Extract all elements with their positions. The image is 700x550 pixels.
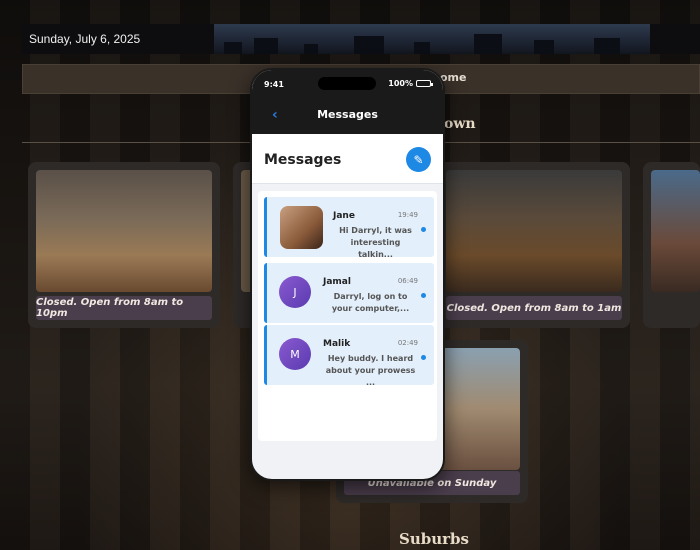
phone-nav-title: Messages <box>317 108 378 121</box>
message-time: 19:49 <box>397 211 418 219</box>
shop-image <box>651 170 700 292</box>
avatar <box>280 206 323 249</box>
venue-status: Closed. Open from 8am to 10pm <box>36 296 212 320</box>
avatar: M <box>279 338 311 370</box>
messages-title: Messages <box>264 152 342 168</box>
avatar: J <box>279 276 311 308</box>
status-time: 9:41 <box>264 80 284 89</box>
message-time: 06:49 <box>397 277 418 285</box>
nav-home-link[interactable]: ome <box>440 71 466 84</box>
message-preview: Hey buddy. I heard about your prowess ..… <box>325 354 416 387</box>
message-sender: Malik <box>323 339 351 349</box>
message-item-jamal[interactable]: J Jamal 06:49 Darryl, log on to your com… <box>264 263 434 323</box>
pencil-icon: ✎ <box>413 152 424 167</box>
venue-card-gym[interactable]: Closed. Open from 8am to 10pm <box>28 162 220 328</box>
compose-button[interactable]: ✎ <box>406 147 431 172</box>
battery-label: 100% <box>388 79 413 88</box>
message-sender: Jane <box>333 211 355 221</box>
battery-icon <box>416 80 433 87</box>
message-item-jane[interactable]: Jane 19:49 Hi Darryl, it was interesting… <box>264 197 434 259</box>
gym-image <box>36 170 212 292</box>
section-title-downtown: own <box>444 116 476 132</box>
message-sender: Jamal <box>323 277 351 287</box>
unread-dot-icon <box>421 355 426 360</box>
phone-notch <box>318 77 376 90</box>
unread-dot-icon <box>421 293 426 298</box>
section-title-suburbs: Suburbs <box>399 530 469 548</box>
bar-image <box>446 170 622 292</box>
venue-card-bar[interactable]: Closed. Open from 8am to 1am <box>438 162 630 328</box>
message-preview: Hi Darryl, it was interesting talkin... <box>339 226 412 259</box>
status-battery: 100% <box>388 79 433 88</box>
phone-messages-panel: 9:41 100% ‹ Messages Messages ✎ Jane 19:… <box>250 68 445 481</box>
venue-card-shop[interactable] <box>643 162 700 328</box>
venue-status: Closed. Open from 8am to 1am <box>446 296 622 320</box>
message-time: 02:49 <box>397 339 418 347</box>
skyline-banner <box>214 24 650 54</box>
message-preview: Darryl, log on to your computer,... <box>331 292 410 313</box>
message-item-malik[interactable]: M Malik 02:49 Hey buddy. I heard about y… <box>264 325 434 387</box>
date-label: Sunday, July 6, 2025 <box>29 32 141 46</box>
unread-dot-icon <box>421 227 426 232</box>
